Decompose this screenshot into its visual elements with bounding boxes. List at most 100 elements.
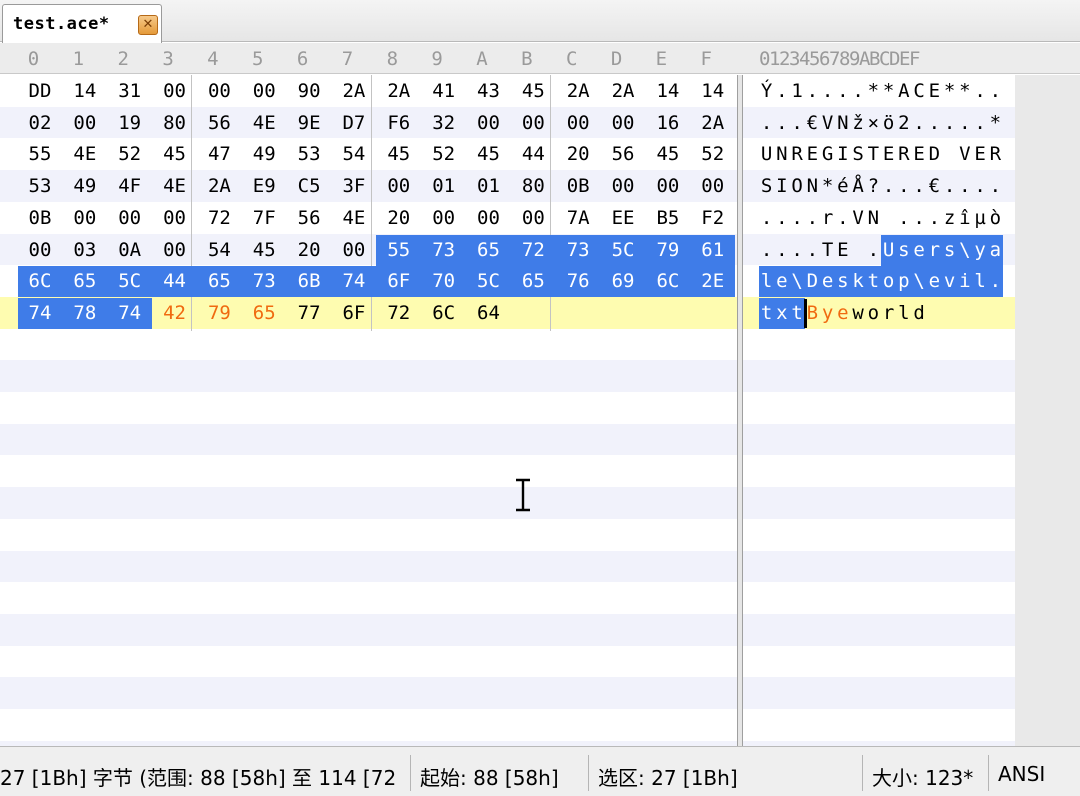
ascii-char[interactable]: s [896,234,912,266]
hex-byte[interactable]: 7F [242,203,287,234]
hex-byte[interactable]: 00 [601,108,646,139]
hex-byte[interactable]: 44 [511,139,556,170]
hex-byte[interactable]: D7 [331,108,376,139]
hex-byte[interactable]: 55 [376,234,422,266]
ascii-char[interactable]: x [774,297,790,329]
ascii-char[interactable]: a [987,234,1003,266]
hex-byte[interactable]: 90 [287,76,332,107]
hex-byte[interactable]: 7A [556,203,601,234]
ascii-char[interactable]: 1 [790,76,805,107]
ascii-char[interactable]: * [881,76,896,107]
ascii-char[interactable]: . [973,108,988,139]
ascii-char[interactable]: . [759,108,774,139]
hex-byte[interactable]: 45 [242,235,287,266]
ascii-char[interactable]: × [866,108,881,139]
hex-byte[interactable]: 65 [510,266,556,298]
ascii-char[interactable]: * [820,171,835,202]
hex-byte[interactable]: 00 [107,203,152,234]
ascii-char[interactable]: . [896,203,911,234]
hex-byte[interactable]: 77 [287,298,332,329]
ascii-char[interactable]: ž [851,108,866,139]
ascii-char[interactable]: 2 [896,108,911,139]
hex-byte[interactable]: 00 [690,171,735,202]
hex-byte[interactable]: 45 [152,139,197,170]
ascii-char[interactable]: w [851,298,866,329]
ascii-char[interactable]: . [774,203,789,234]
ascii-char[interactable]: A [896,76,911,107]
ascii-char[interactable]: . [774,235,789,266]
ascii-char[interactable]: y [820,298,835,329]
ascii-char[interactable]: . [973,76,988,107]
hex-byte[interactable]: 00 [511,203,556,234]
hex-byte[interactable]: 0B [556,171,601,202]
ascii-char[interactable]: . [790,108,805,139]
hex-byte[interactable]: F2 [690,203,735,234]
ascii-char[interactable]: . [790,203,805,234]
hex-byte[interactable]: 74 [17,297,63,329]
hex-byte[interactable]: 2A [690,108,735,139]
hex-byte[interactable]: 54 [197,235,242,266]
hex-byte[interactable]: 2A [197,171,242,202]
hex-byte[interactable]: 00 [62,108,107,139]
hex-byte[interactable]: 6B [286,266,332,298]
hex-byte[interactable]: 6C [645,266,691,298]
ascii-char[interactable]: î [957,203,972,234]
hex-byte[interactable]: 00 [331,235,376,266]
hex-byte[interactable]: 20 [376,203,421,234]
hex-pane[interactable]: DD 14 31 00 00 00 90 2A 2A 41 43 45 2A 2A 14 14 02 00 19 80… [0,75,737,746]
ascii-char[interactable]: D [927,139,942,170]
ascii-char[interactable]: . [774,76,789,107]
ascii-char[interactable]: y [972,234,988,266]
ascii-char[interactable]: T [820,235,835,266]
ascii-char[interactable]: € [927,171,942,202]
ascii-char[interactable]: V [851,203,866,234]
ascii-char[interactable]: e [835,298,850,329]
hex-byte[interactable]: 00 [152,203,197,234]
ascii-char[interactable]: . [759,203,774,234]
hex-byte[interactable]: 6F [376,266,422,298]
ascii-char[interactable]: e [911,234,927,266]
hex-byte[interactable]: 72 [510,234,556,266]
hex-byte[interactable]: 56 [601,139,646,170]
hex-byte[interactable]: 00 [601,171,646,202]
hex-byte[interactable]: 19 [107,108,152,139]
ascii-char[interactable]: * [942,76,957,107]
hex-byte[interactable]: 00 [376,171,421,202]
hex-byte[interactable]: C5 [287,171,332,202]
hex-byte[interactable]: 14 [62,76,107,107]
ascii-char[interactable]: . [927,203,942,234]
hex-byte[interactable]: 3F [331,171,376,202]
hex-byte[interactable]: 0B [18,203,63,234]
hex-byte[interactable]: F6 [376,108,421,139]
ascii-char[interactable]: t [865,266,881,298]
hex-byte[interactable]: 9E [287,108,332,139]
hex-byte[interactable]: 00 [242,76,287,107]
hex-byte[interactable]: 41 [421,76,466,107]
hex-byte[interactable]: 56 [287,203,332,234]
hex-byte[interactable]: 4E [331,203,376,234]
ascii-char[interactable]: E [881,139,896,170]
hex-byte[interactable]: 56 [197,108,242,139]
tab-test-ace[interactable]: test.ace* ✕ [2,4,162,43]
ascii-char[interactable]: e [820,266,836,298]
hex-byte[interactable]: 2A [331,76,376,107]
hex-byte[interactable]: 4E [62,139,107,170]
ascii-char[interactable]: r [926,234,942,266]
ascii-char[interactable]: I [835,139,850,170]
ascii-char[interactable]: t [759,297,775,329]
hex-byte[interactable]: 79 [645,234,691,266]
ascii-char[interactable]: o [881,266,897,298]
ascii-char[interactable]: e [926,266,942,298]
hex-byte[interactable]: 16 [645,108,690,139]
ascii-char[interactable]: E [805,139,820,170]
hex-byte[interactable]: 32 [421,108,466,139]
ascii-char[interactable] [851,235,866,266]
ascii-char[interactable]: . [881,171,896,202]
ascii-char[interactable]: Å [851,171,866,202]
ascii-char[interactable]: . [896,171,911,202]
hex-byte[interactable]: 65 [196,266,242,298]
ascii-char[interactable]: € [805,108,820,139]
hex-byte[interactable]: 43 [466,76,511,107]
ascii-char[interactable]: . [942,108,957,139]
hex-byte[interactable]: 53 [18,171,63,202]
